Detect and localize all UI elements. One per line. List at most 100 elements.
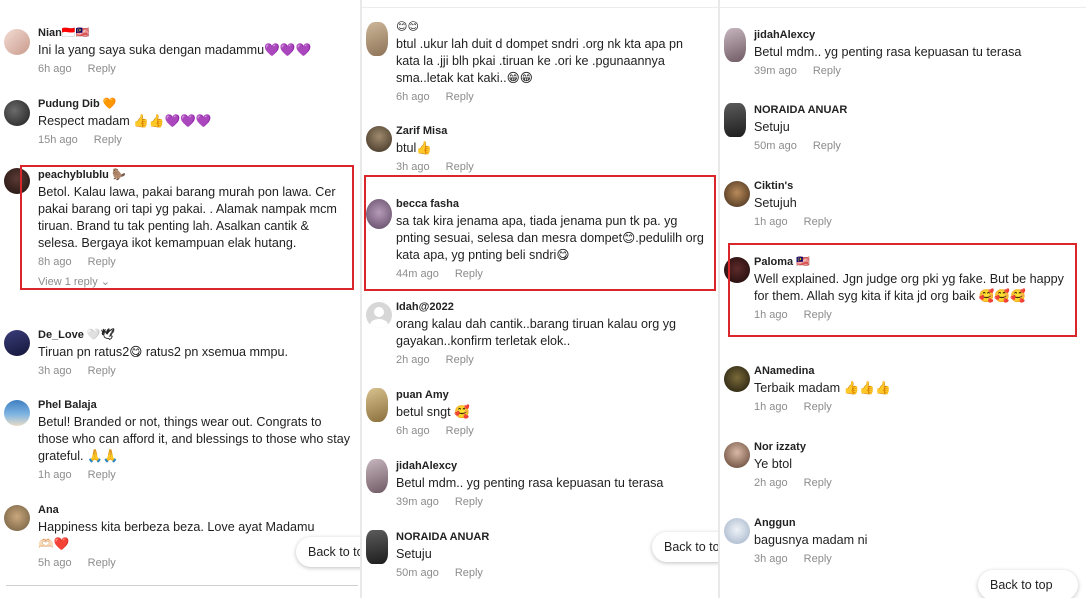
comment-author[interactable]: Anggun [754, 516, 1078, 530]
comment-author[interactable]: becca fasha [396, 197, 710, 211]
comment-author[interactable]: Pudung Dib 🧡 [38, 97, 352, 111]
divider [720, 0, 1086, 8]
divider [6, 585, 358, 586]
avatar[interactable] [366, 302, 392, 328]
view-replies-button[interactable]: View 1 reply ⌄ [38, 275, 352, 288]
default-avatar-icon [374, 307, 384, 317]
reply-button[interactable]: Reply [446, 91, 474, 103]
reply-button[interactable]: Reply [813, 65, 841, 77]
reply-button[interactable]: Reply [455, 567, 483, 579]
comment-author[interactable]: Nor izzaty [754, 440, 1078, 454]
comment-time: 3h ago [38, 365, 72, 377]
comment-time: 1h ago [754, 216, 788, 228]
avatar[interactable] [4, 400, 30, 426]
comment-author[interactable]: Phel Balaja [38, 398, 352, 412]
reply-button[interactable]: Reply [455, 496, 483, 508]
comment-author[interactable]: Zarif Misa [396, 124, 710, 138]
comment-text: Betol. Kalau lawa, pakai barang murah po… [38, 185, 337, 250]
reply-button[interactable]: Reply [813, 140, 841, 152]
comment-author[interactable]: Ciktin's [754, 179, 1078, 193]
comment-text: Respect madam 👍👍💜💜💜 [38, 114, 212, 128]
comment-author[interactable]: 😊😊 [396, 20, 710, 34]
comment-author[interactable]: peachyblublu 🦫 [38, 168, 352, 182]
back-to-top-button[interactable]: Back to top [296, 537, 360, 567]
reply-button[interactable]: Reply [88, 557, 116, 569]
avatar[interactable] [724, 518, 750, 544]
comment-author[interactable]: Paloma 🇲🇾 [754, 255, 1078, 269]
avatar[interactable] [724, 366, 750, 392]
reply-button[interactable]: Reply [804, 477, 832, 489]
comment-text: Tiruan pn ratus2😋 ratus2 pn xsemua mmpu. [38, 345, 288, 359]
avatar[interactable] [724, 103, 746, 137]
comment-time: 3h ago [396, 161, 430, 173]
comment-time: 39m ago [754, 65, 797, 77]
comment-text: btul .ukur lah duit d dompet sndri .org … [396, 37, 684, 85]
comment-author[interactable]: ANamedina [754, 364, 1078, 378]
back-to-top-button[interactable]: Back to top [978, 570, 1078, 598]
comments-panel-left: Nian🇮🇩🇲🇾 Ini la yang saya suka dengan ma… [0, 0, 360, 598]
reply-button[interactable]: Reply [446, 161, 474, 173]
comment-time: 1h ago [754, 401, 788, 413]
comment-text: Ini la yang saya suka dengan madammu💜💜💜 [38, 43, 312, 57]
avatar[interactable] [366, 530, 388, 564]
comment-author[interactable]: NORAIDA ANUAR [754, 103, 1078, 117]
reply-button[interactable]: Reply [88, 63, 116, 75]
comment-text: Betul mdm.. yg penting rasa kepuasan tu … [396, 476, 664, 490]
reply-button[interactable]: Reply [446, 354, 474, 366]
comment-author[interactable]: jidahAlexcy [396, 459, 710, 473]
comment-time: 50m ago [396, 567, 439, 579]
reply-button[interactable]: Reply [804, 309, 832, 321]
comment-time: 3h ago [754, 553, 788, 565]
reply-button[interactable]: Reply [804, 216, 832, 228]
avatar[interactable] [4, 168, 30, 194]
avatar[interactable] [724, 257, 750, 283]
comment-time: 6h ago [396, 425, 430, 437]
comment-text: btul👍 [396, 141, 432, 155]
comments-panel-right: jidahAlexcy Betul mdm.. yg penting rasa … [720, 0, 1086, 598]
reply-button[interactable]: Reply [88, 256, 116, 268]
reply-button[interactable]: Reply [94, 134, 122, 146]
comment-text: sa tak kira jenama apa, tiada jenama pun… [396, 214, 704, 262]
back-to-top-button[interactable]: Back to top [652, 532, 718, 562]
comment-text: Betul! Branded or not, things wear out. … [38, 415, 351, 463]
comment-time: 8h ago [38, 256, 72, 268]
reply-button[interactable]: Reply [455, 268, 483, 280]
reply-button[interactable]: Reply [88, 365, 116, 377]
comment-author[interactable]: Idah@2022 [396, 300, 710, 314]
avatar[interactable] [366, 22, 388, 56]
avatar[interactable] [366, 126, 392, 152]
avatar[interactable] [724, 442, 750, 468]
reply-button[interactable]: Reply [88, 469, 116, 481]
avatar[interactable] [724, 181, 750, 207]
comment-author[interactable]: puan Amy [396, 388, 710, 402]
comment-author[interactable]: jidahAlexcy [754, 28, 1078, 42]
comment-text: Setujuh [754, 196, 797, 210]
comment-text: orang kalau dah cantik..barang tiruan ka… [396, 317, 677, 348]
comment-author[interactable]: Nian🇮🇩🇲🇾 [38, 26, 352, 40]
comment-text: Terbaik madam 👍👍👍 [754, 381, 891, 395]
comment-text: Happiness kita berbeza beza. Love ayat M… [38, 520, 315, 551]
reply-button[interactable]: Reply [804, 553, 832, 565]
comment-time: 5h ago [38, 557, 72, 569]
comment-author[interactable]: Ana [38, 503, 352, 517]
comments-panel-middle: 😊😊 btul .ukur lah duit d dompet sndri .o… [362, 0, 718, 598]
comment-text: betul sngt 🥰 [396, 405, 470, 419]
avatar[interactable] [366, 459, 388, 493]
comment-text: Betul mdm.. yg penting rasa kepuasan tu … [754, 45, 1022, 59]
avatar[interactable] [4, 505, 30, 531]
default-avatar-icon [370, 319, 388, 328]
avatar[interactable] [724, 28, 746, 62]
avatar[interactable] [4, 100, 30, 126]
comment-time: 2h ago [754, 477, 788, 489]
comment-time: 1h ago [754, 309, 788, 321]
avatar[interactable] [4, 330, 30, 356]
reply-button[interactable]: Reply [804, 401, 832, 413]
avatar[interactable] [366, 199, 392, 229]
reply-button[interactable]: Reply [446, 425, 474, 437]
comment-time: 1h ago [38, 469, 72, 481]
comment-author[interactable]: De_Love 🤍🕊 [38, 328, 352, 342]
avatar[interactable] [4, 29, 30, 55]
avatar[interactable] [366, 388, 388, 422]
comment-text: bagusnya madam ni [754, 533, 868, 547]
comment-text: Well explained. Jgn judge org pki yg fak… [754, 272, 1064, 303]
